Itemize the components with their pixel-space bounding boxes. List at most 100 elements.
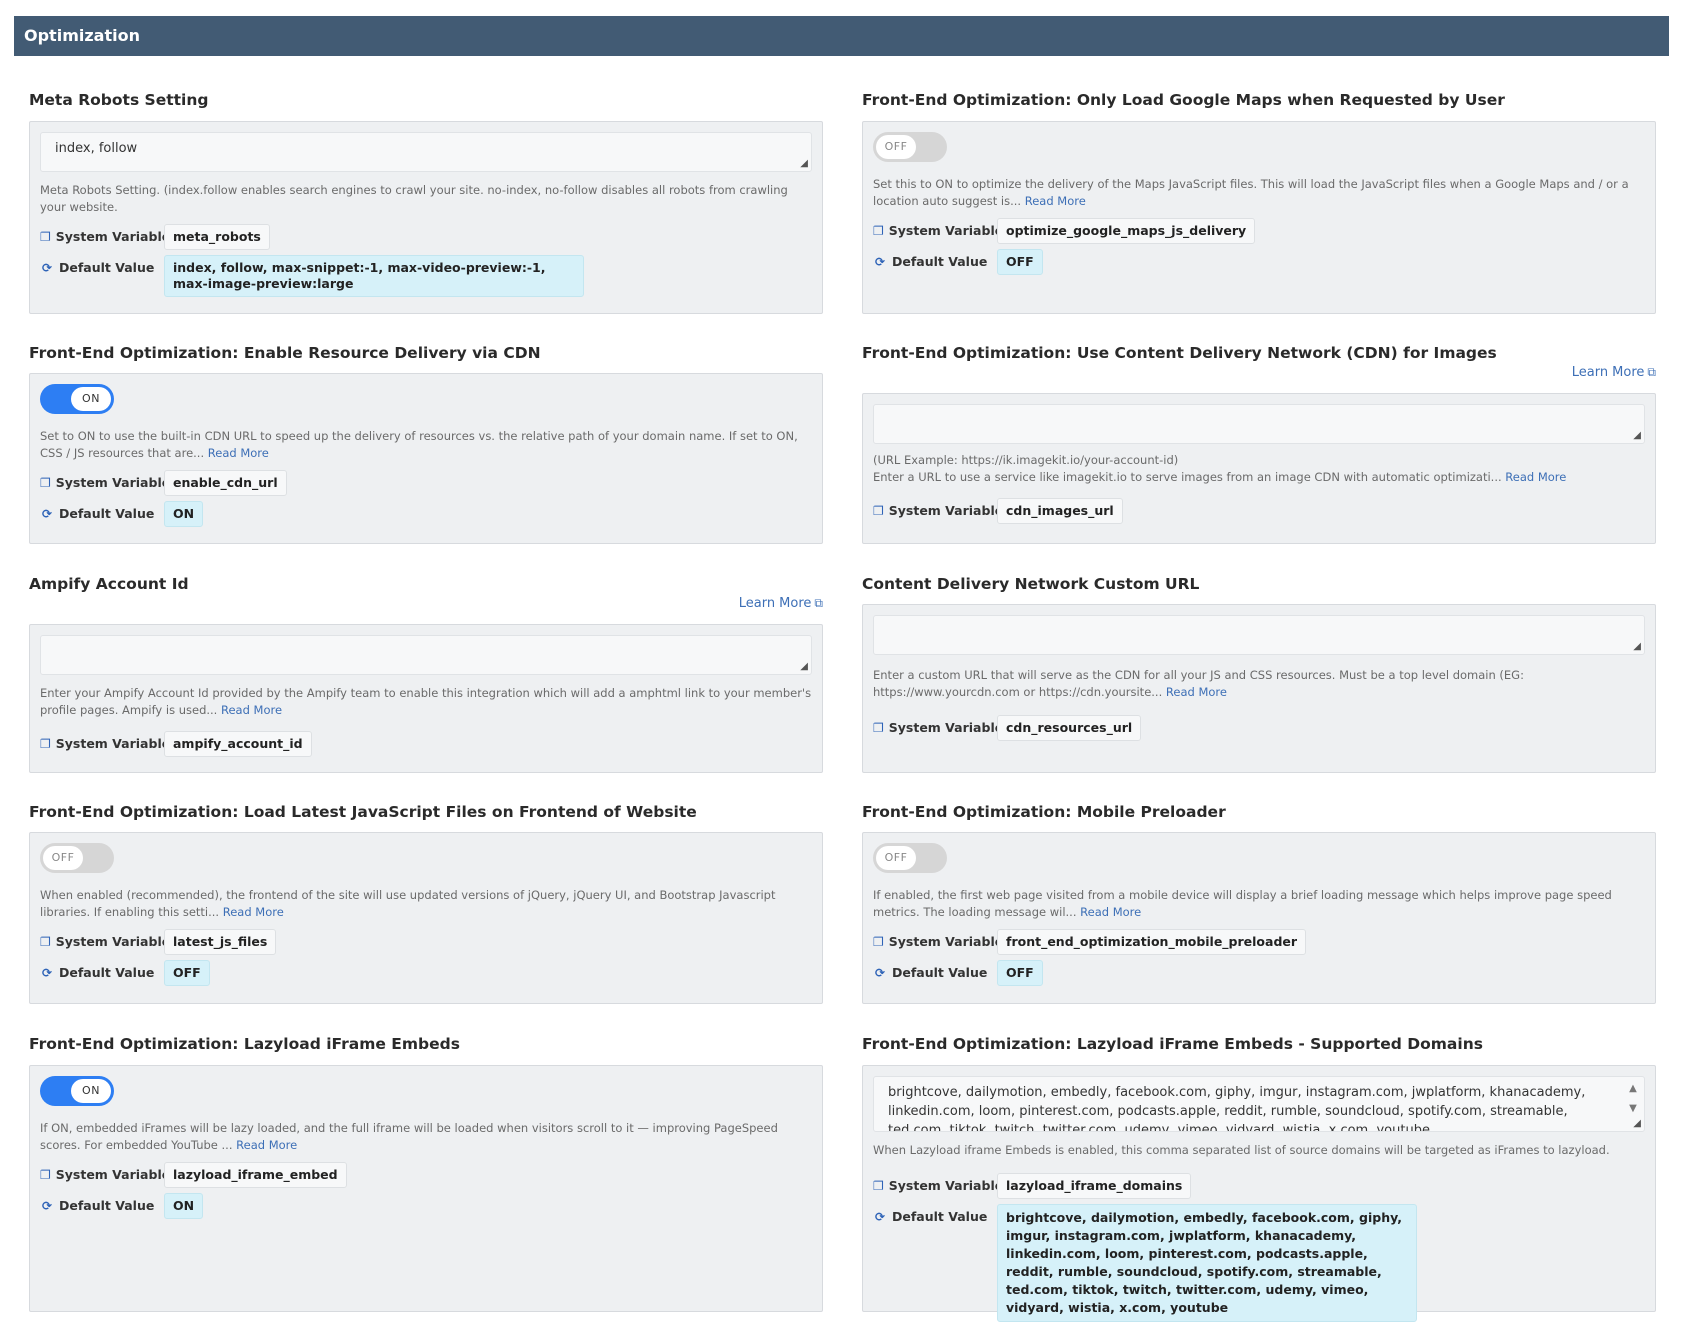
system-variable-row: ❐ System Variable latest_js_files — [40, 929, 812, 955]
read-more-link[interactable]: Read More — [1166, 685, 1227, 699]
system-variable-label: ❐ System Variable — [40, 736, 171, 751]
system-variable-chip[interactable]: front_end_optimization_mobile_preloader — [997, 929, 1307, 955]
system-variable-label: ❐ System Variable — [40, 1167, 171, 1182]
system-variable-row: ❐ System Variable ampify_account_id — [40, 731, 812, 757]
input-value: brightcove, dailymotion, embedly, facebo… — [888, 1085, 1586, 1132]
mobile-preloader-toggle[interactable]: OFF — [873, 843, 947, 873]
resize-grip-icon[interactable]: ◢ — [1633, 642, 1641, 652]
setting-cdn-custom-url: Content Delivery Network Custom URL ◢ En… — [862, 572, 1656, 773]
section-header: Optimization — [14, 16, 1669, 56]
default-value-chip: ON — [164, 1193, 204, 1219]
cdn-images-input[interactable]: ◢ — [873, 404, 1645, 444]
lazyload-domains-textarea[interactable]: brightcove, dailymotion, embedly, facebo… — [873, 1076, 1645, 1132]
setting-panel: ◢ Enter your Ampify Account Id provided … — [29, 624, 823, 773]
default-value-chip: OFF — [997, 960, 1043, 986]
copy-icon: ❐ — [873, 1178, 884, 1193]
setting-cdn-images: Front-End Optimization: Use Content Deli… — [862, 341, 1656, 544]
cdn-delivery-toggle[interactable]: ON — [40, 384, 114, 414]
system-variable-label: ❐ System Variable — [873, 1178, 1004, 1193]
default-value-row: ⟳ Default Value index, follow, max-snippe… — [40, 255, 812, 297]
copy-icon: ❐ — [40, 736, 51, 751]
scroll-down-icon[interactable]: ▼ — [1628, 1099, 1638, 1119]
setting-panel: OFF When enabled (recommended), the fron… — [29, 832, 823, 1004]
default-value-label: ⟳ Default Value — [41, 965, 155, 980]
system-variable-label: ❐ System Variable — [40, 229, 171, 244]
setting-panel: ON If ON, embedded iFrames will be lazy … — [29, 1065, 823, 1312]
default-value-row: ⟳ Default Value brightcove, dailymotion, … — [873, 1204, 1645, 1322]
description-text: Set this to ON to optimize the delivery … — [873, 177, 1629, 208]
read-more-link[interactable]: Read More — [208, 446, 269, 460]
setting-lazyload-domains: Front-End Optimization: Lazyload iFrame … — [862, 1032, 1656, 1322]
copy-icon: ❐ — [873, 720, 884, 735]
refresh-icon: ⟳ — [874, 254, 886, 269]
setting-description: Meta Robots Setting. (index.follow enabl… — [40, 182, 812, 216]
default-value-chip: OFF — [997, 249, 1043, 275]
resize-grip-icon[interactable]: ◢ — [800, 159, 808, 169]
refresh-icon: ⟳ — [874, 1209, 886, 1224]
setting-title: Front-End Optimization: Use Content Deli… — [862, 344, 1497, 362]
read-more-link[interactable]: Read More — [1080, 905, 1141, 919]
default-value-chip: ON — [164, 501, 204, 527]
setting-description: If ON, embedded iFrames will be lazy loa… — [40, 1120, 812, 1154]
system-variable-chip[interactable]: optimize_google_maps_js_delivery — [997, 218, 1256, 244]
resize-grip-icon[interactable]: ◢ — [800, 662, 808, 672]
read-more-link[interactable]: Read More — [236, 1138, 297, 1152]
system-variable-row: ❐ System Variable enable_cdn_url — [40, 470, 812, 496]
setting-description: Enter a custom URL that will serve as th… — [873, 667, 1645, 701]
default-value-row: ⟳ Default Value OFF — [873, 960, 1645, 986]
setting-mobile-preloader: Front-End Optimization: Mobile Preloader… — [862, 800, 1656, 1004]
system-variable-chip[interactable]: cdn_images_url — [997, 498, 1123, 524]
learn-more-link[interactable]: Learn More ⧉ — [1572, 365, 1656, 380]
ampify-account-input[interactable]: ◢ — [40, 635, 812, 675]
default-value-label: ⟳ Default Value — [874, 254, 988, 269]
refresh-icon: ⟳ — [41, 506, 53, 521]
setting-google-maps: Front-End Optimization: Only Load Google… — [862, 88, 1656, 314]
system-variable-chip[interactable]: meta_robots — [164, 224, 270, 250]
latest-js-toggle[interactable]: OFF — [40, 843, 114, 873]
system-variable-chip[interactable]: lazyload_iframe_embed — [164, 1162, 347, 1188]
default-value-row: ⟳ Default Value ON — [40, 1193, 812, 1219]
google-maps-toggle[interactable]: OFF — [873, 132, 947, 162]
textarea-scrollbar[interactable]: ▲ ▼ — [1628, 1079, 1638, 1119]
resize-grip-icon[interactable]: ◢ — [1633, 431, 1641, 441]
system-variable-chip[interactable]: lazyload_iframe_domains — [997, 1173, 1192, 1199]
read-more-link[interactable]: Read More — [1025, 194, 1086, 208]
cdn-custom-url-input[interactable]: ◢ — [873, 615, 1645, 655]
read-more-link[interactable]: Read More — [1505, 470, 1566, 484]
description-text: When enabled (recommended), the frontend… — [40, 888, 776, 919]
setting-lazyload-iframe: Front-End Optimization: Lazyload iFrame … — [29, 1032, 823, 1312]
default-value-row: ⟳ Default Value OFF — [40, 960, 812, 986]
setting-ampify: Ampify Account Id Learn More ⧉ ◢ Enter yo… — [29, 572, 823, 773]
toggle-knob: ON — [71, 387, 111, 411]
scroll-up-icon[interactable]: ▲ — [1628, 1079, 1638, 1099]
system-variable-label: ❐ System Variable — [873, 720, 1004, 735]
description-text: Enter your Ampify Account Id provided by… — [40, 686, 812, 717]
resize-grip-icon[interactable]: ◢ — [1633, 1119, 1641, 1129]
copy-icon: ❐ — [873, 503, 884, 518]
input-value: index, follow — [55, 141, 138, 156]
refresh-icon: ⟳ — [41, 965, 53, 980]
system-variable-chip[interactable]: latest_js_files — [164, 929, 277, 955]
system-variable-row: ❐ System Variable front_end_optimization_… — [873, 929, 1645, 955]
learn-more-link[interactable]: Learn More ⧉ — [739, 596, 823, 611]
lazyload-iframe-toggle[interactable]: ON — [40, 1076, 114, 1106]
setting-title: Front-End Optimization: Only Load Google… — [862, 91, 1505, 109]
default-value-row: ⟳ Default Value OFF — [873, 249, 1645, 275]
default-value-label: ⟳ Default Value — [41, 260, 155, 275]
setting-panel: brightcove, dailymotion, embedly, facebo… — [862, 1065, 1656, 1322]
copy-icon: ❐ — [40, 1167, 51, 1182]
copy-icon: ❐ — [873, 934, 884, 949]
system-variable-chip[interactable]: cdn_resources_url — [997, 715, 1142, 741]
system-variable-row: ❐ System Variable meta_robots — [40, 224, 812, 250]
read-more-link[interactable]: Read More — [223, 905, 284, 919]
setting-cdn-delivery: Front-End Optimization: Enable Resource … — [29, 341, 823, 544]
system-variable-chip[interactable]: ampify_account_id — [164, 731, 312, 757]
read-more-link[interactable]: Read More — [221, 703, 282, 717]
system-variable-chip[interactable]: enable_cdn_url — [164, 470, 287, 496]
default-value-chip: brightcove, dailymotion, embedly, facebo… — [997, 1204, 1417, 1322]
setting-panel: ON Set to ON to use the built-in CDN URL… — [29, 373, 823, 544]
meta-robots-input[interactable]: index, follow ◢ — [40, 132, 812, 172]
setting-description: Set to ON to use the built-in CDN URL to… — [40, 428, 812, 462]
setting-title: Front-End Optimization: Lazyload iFrame … — [29, 1035, 460, 1053]
default-value-label: ⟳ Default Value — [874, 965, 988, 980]
